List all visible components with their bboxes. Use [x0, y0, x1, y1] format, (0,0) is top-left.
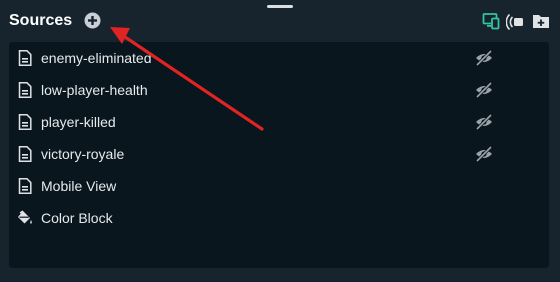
file-icon — [18, 50, 32, 66]
file-icon — [18, 146, 32, 162]
source-item-low-player-health[interactable]: low-player-health — [9, 74, 549, 106]
source-label: Mobile View — [41, 178, 117, 194]
sources-panel: Sources enemy-eliminated low-player-heal… — [0, 0, 560, 282]
panel-title: Sources — [9, 12, 73, 29]
file-icon — [18, 82, 32, 98]
file-icon — [18, 114, 32, 130]
hidden-eye-icon[interactable] — [475, 146, 493, 162]
selective-recording-icon — [482, 13, 500, 30]
source-item-enemy-eliminated[interactable]: enemy-eliminated — [9, 42, 549, 74]
source-label: victory-royale — [41, 146, 125, 162]
source-item-mobile-view[interactable]: Mobile View — [9, 170, 549, 202]
selective-recording-button[interactable] — [481, 11, 501, 31]
add-source-button[interactable] — [84, 12, 101, 29]
studio-mode-button[interactable] — [505, 11, 526, 31]
source-label: player-killed — [41, 114, 116, 130]
hidden-eye-icon[interactable] — [475, 114, 493, 130]
source-item-player-killed[interactable]: player-killed — [9, 106, 549, 138]
sources-header: Sources — [0, 0, 560, 42]
paint-bucket-icon — [18, 210, 32, 224]
sources-list: enemy-eliminated low-player-health playe… — [9, 42, 549, 268]
studio-mode-icon — [505, 13, 523, 31]
source-label: enemy-eliminated — [41, 50, 152, 66]
hidden-eye-icon[interactable] — [475, 50, 493, 66]
source-label: low-player-health — [41, 82, 148, 98]
source-item-victory-royale[interactable]: victory-royale — [9, 138, 549, 170]
add-folder-button[interactable] — [531, 11, 551, 31]
add-folder-icon — [533, 15, 549, 28]
plus-circle-icon — [84, 12, 101, 29]
hidden-eye-icon[interactable] — [475, 82, 493, 98]
file-icon — [18, 178, 32, 194]
source-label: Color Block — [41, 210, 113, 226]
source-item-color-block[interactable]: Color Block — [9, 202, 549, 234]
